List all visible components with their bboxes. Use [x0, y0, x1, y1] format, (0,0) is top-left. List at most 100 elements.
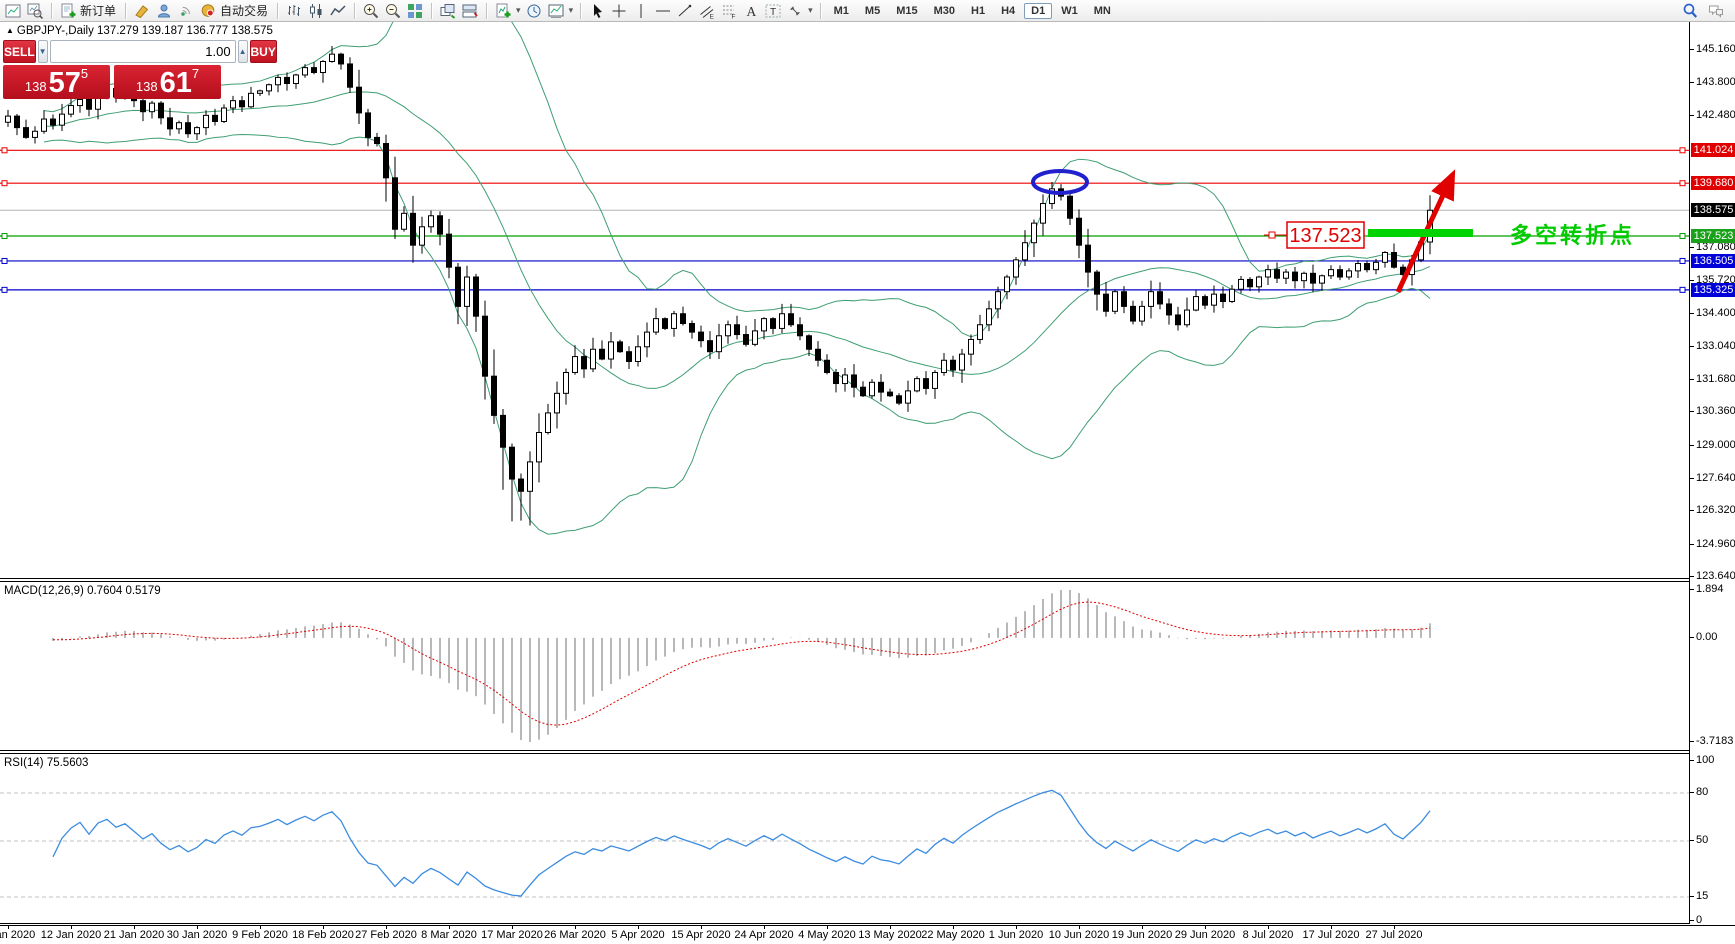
price-tick-label: 133.040	[1696, 340, 1735, 352]
arrow-tools-icon[interactable]	[785, 2, 805, 20]
charts-window-icon[interactable]	[3, 2, 23, 20]
timeframe-m1-button[interactable]: M1	[827, 3, 856, 19]
profile-icon[interactable]	[154, 2, 174, 20]
timeframe-d1-button[interactable]: D1	[1024, 3, 1052, 19]
arrange-windows-icon[interactable]	[460, 2, 480, 20]
timeframe-m30-button[interactable]: M30	[927, 3, 962, 19]
fibonacci-icon[interactable]: F	[719, 2, 739, 20]
mt4-window: 新订单 自动交易 ▾ ▾ E FAT ▾ M1M5M15M30H1H4D1W1MN 137.5…	[0, 0, 1735, 943]
line-handle[interactable]	[2, 148, 7, 153]
line-handle[interactable]	[2, 234, 7, 239]
timeframe-m15-button[interactable]: M15	[889, 3, 924, 19]
volume-down-stepper[interactable]: ▼	[38, 40, 48, 63]
buy-price-tile[interactable]: 138 61 7	[114, 65, 221, 99]
timeframe-mn-button[interactable]: MN	[1087, 3, 1118, 19]
candle-body	[978, 325, 983, 340]
candle-body	[1374, 262, 1379, 269]
macd-pane[interactable]: MACD(12,26,9) 0.7604 0.5179	[0, 581, 1689, 751]
vertical-line-icon[interactable]	[631, 2, 651, 20]
toolbar-separator	[580, 3, 581, 19]
chat-icon[interactable]	[1706, 2, 1726, 20]
candle-body	[393, 178, 398, 229]
text-icon[interactable]: A	[741, 2, 761, 20]
cursor-icon[interactable]	[587, 2, 607, 20]
main-chart-pane[interactable]: 137.523多空转折点 ▲GBPJPY-,Daily 137.279 139.…	[0, 22, 1689, 579]
date-label: 19 Jun 2020	[1112, 929, 1173, 941]
price-chart-canvas[interactable]: 137.523多空转折点	[0, 22, 1689, 578]
candle-body	[321, 61, 326, 72]
price-axis[interactable]: 145.160143.800142.480137.080135.720134.4…	[1689, 22, 1735, 924]
rsi-pane[interactable]: RSI(14) 75.5603	[0, 753, 1689, 924]
chart-bars-icon[interactable]	[284, 2, 304, 20]
line-handle[interactable]	[1680, 258, 1685, 263]
clock-icon[interactable]	[524, 2, 544, 20]
sell-price-small: 138	[25, 76, 47, 98]
price-box-anchor[interactable]	[1269, 232, 1275, 238]
buy-button[interactable]: BUY	[250, 40, 277, 63]
new-order-label[interactable]: 新订单	[80, 2, 116, 19]
timeframe-w1-button[interactable]: W1	[1054, 3, 1085, 19]
timeframe-h1-button[interactable]: H1	[964, 3, 992, 19]
price-tick-label: 142.480	[1696, 109, 1735, 121]
autotrade-icon[interactable]	[198, 2, 218, 20]
cn-annotation-text: 多空转折点	[1510, 223, 1635, 248]
indicators-add-dropdown-icon[interactable]: ▾	[516, 5, 521, 16]
candle-body	[312, 68, 317, 73]
arrow-tools-dropdown-icon[interactable]: ▾	[808, 5, 813, 16]
candle-body	[213, 115, 218, 121]
rsi-axis-label: 80	[1696, 786, 1708, 798]
crosshair-icon[interactable]	[609, 2, 629, 20]
indicators-add-icon[interactable]	[493, 2, 513, 20]
line-handle[interactable]	[1680, 234, 1685, 239]
price-level-badge: 137.523	[1691, 229, 1735, 243]
line-handle[interactable]	[2, 258, 7, 263]
chart-template-dropdown-icon[interactable]: ▾	[569, 5, 574, 16]
rsi-tick-mark	[1690, 920, 1694, 921]
zoom-out-icon[interactable]	[383, 2, 403, 20]
sell-price-tile[interactable]: 138 57 5	[3, 65, 110, 99]
candle-body	[1311, 273, 1316, 283]
preview-icon[interactable]	[25, 2, 45, 20]
rsi-canvas[interactable]	[0, 754, 1689, 923]
timeframe-m5-button[interactable]: M5	[858, 3, 887, 19]
equidistant-channel-icon[interactable]: E	[697, 2, 717, 20]
svg-text:F: F	[732, 13, 736, 19]
cascade-windows-icon[interactable]	[438, 2, 458, 20]
candle-body	[951, 360, 956, 370]
volume-up-stepper[interactable]: ▲	[238, 40, 248, 63]
sell-button[interactable]: SELL	[3, 40, 36, 63]
price-tick-label: 126.320	[1696, 504, 1735, 516]
signal-icon[interactable]	[176, 2, 196, 20]
horizontal-line-icon[interactable]	[653, 2, 673, 20]
candle-body	[573, 357, 578, 373]
candle-body	[240, 101, 245, 107]
text-label-icon[interactable]: T	[763, 2, 783, 20]
styles-brush-icon[interactable]	[132, 2, 152, 20]
candle-body	[798, 325, 803, 336]
chart-template-icon[interactable]	[546, 2, 566, 20]
timeframe-h4-button[interactable]: H4	[994, 3, 1022, 19]
candle-body	[672, 314, 677, 329]
trendline-icon[interactable]	[675, 2, 695, 20]
time-axis[interactable]: 2 Jan 202012 Jan 202021 Jan 202030 Jan 2…	[0, 925, 1735, 944]
green-level-bar[interactable]	[1368, 229, 1473, 237]
zoom-in-icon[interactable]	[361, 2, 381, 20]
chart-line-icon[interactable]	[328, 2, 348, 20]
line-handle[interactable]	[2, 181, 7, 186]
candle-body	[465, 277, 470, 306]
volume-input[interactable]	[50, 40, 236, 63]
line-handle[interactable]	[1680, 287, 1685, 292]
date-label: 8 Mar 2020	[421, 929, 477, 941]
tile-windows-icon[interactable]	[405, 2, 425, 20]
collapse-panel-icon[interactable]: ▲	[6, 26, 14, 35]
search-icon[interactable]	[1680, 2, 1700, 20]
line-handle[interactable]	[1680, 181, 1685, 186]
line-handle[interactable]	[1680, 148, 1685, 153]
new-order-icon[interactable]	[58, 2, 78, 20]
price-tick-mark	[1690, 280, 1694, 281]
autotrade-label[interactable]: 自动交易	[220, 2, 268, 19]
line-handle[interactable]	[2, 287, 7, 292]
chart-candles-icon[interactable]	[306, 2, 326, 20]
macd-canvas[interactable]	[0, 582, 1689, 750]
price-tick-mark	[1690, 445, 1694, 446]
